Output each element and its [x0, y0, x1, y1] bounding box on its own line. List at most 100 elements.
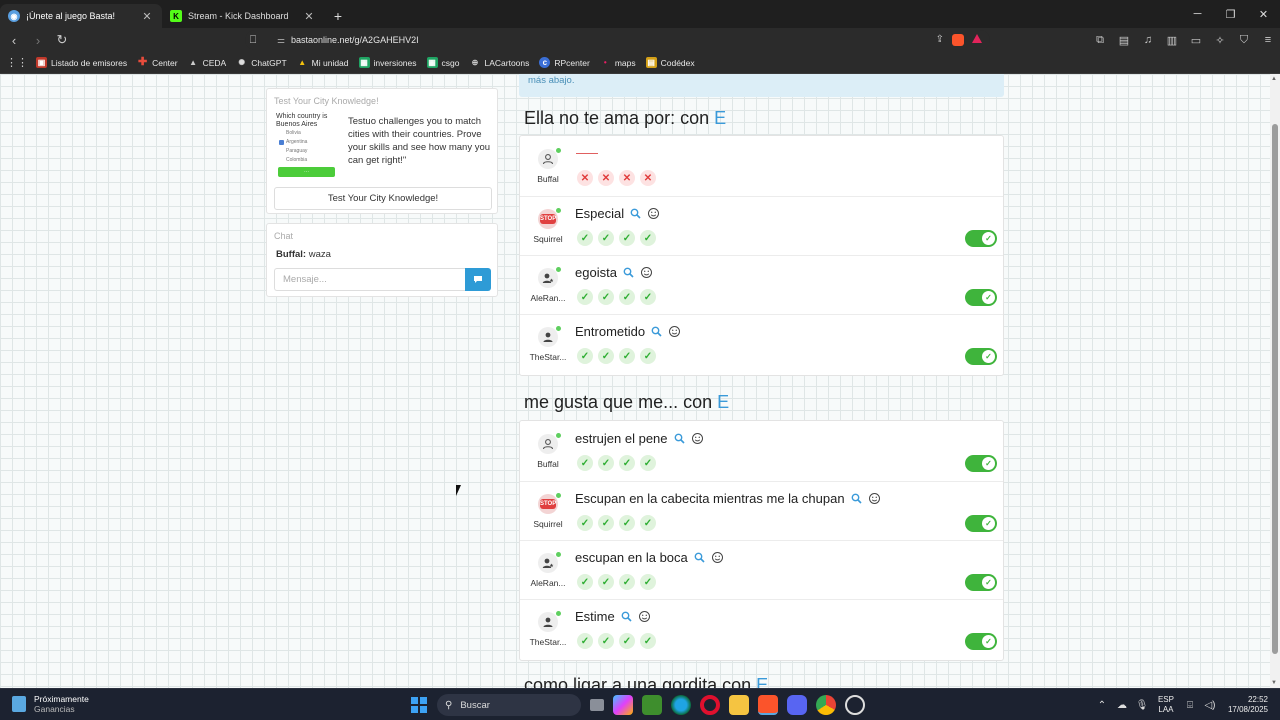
bookmark-item[interactable]: • maps — [600, 57, 636, 68]
approve-toggle[interactable]: ✓ — [965, 230, 997, 247]
emoji-react-icon[interactable] — [647, 207, 660, 220]
network-icon[interactable]: ⌹ — [1180, 700, 1200, 711]
bookmark-item[interactable]: ✺ ChatGPT — [236, 57, 286, 68]
apps-grid-icon[interactable]: ⋮⋮ — [6, 56, 28, 69]
approve-toggle[interactable]: ✓ — [965, 515, 997, 532]
x-mark-icon[interactable]: ✕ — [577, 170, 593, 186]
check-mark-icon[interactable]: ✓ — [640, 289, 656, 305]
x-mark-icon[interactable]: ✕ — [619, 170, 635, 186]
search-icon[interactable] — [630, 208, 641, 219]
bookmark-item[interactable]: ▣ Listado de emisores — [36, 57, 127, 68]
check-mark-icon[interactable]: ✓ — [598, 515, 614, 531]
bookmark-item[interactable]: ✚ Center — [137, 57, 178, 68]
check-mark-icon[interactable]: ✓ — [598, 574, 614, 590]
check-mark-icon[interactable]: ✓ — [577, 348, 593, 364]
check-mark-icon[interactable]: ✓ — [640, 348, 656, 364]
search-icon[interactable] — [851, 493, 862, 504]
check-mark-icon[interactable]: ✓ — [577, 515, 593, 531]
check-mark-icon[interactable]: ✓ — [619, 455, 635, 471]
minecraft-icon[interactable] — [642, 695, 662, 715]
language-indicator[interactable]: ESP LAA — [1158, 695, 1174, 715]
check-mark-icon[interactable]: ✓ — [598, 230, 614, 246]
chat-send-button[interactable] — [465, 268, 491, 291]
page-scrollbar[interactable]: ▲ ▼ — [1270, 74, 1280, 688]
bookmark-item[interactable]: ⊕ LACartoons — [469, 57, 530, 68]
check-mark-icon[interactable]: ✓ — [619, 633, 635, 649]
reload-icon[interactable]: ↻ — [52, 30, 72, 50]
close-tab-icon[interactable]: ✕ — [140, 10, 154, 23]
tab-kick[interactable]: K Stream - Kick Dashboard ✕ — [162, 4, 324, 28]
chrome-icon[interactable] — [816, 695, 836, 715]
reader-icon[interactable]: ▤ — [1112, 34, 1136, 47]
volume-icon[interactable]: ◁) — [1200, 700, 1220, 711]
vpn-icon[interactable]: ⛉ — [1232, 34, 1256, 47]
x-mark-icon[interactable]: ✕ — [640, 170, 656, 186]
bookmark-item[interactable]: ▲ Mi unidad — [297, 57, 348, 68]
bookmark-item[interactable]: c RPcenter — [539, 57, 590, 68]
emoji-react-icon[interactable] — [711, 551, 724, 564]
sidebar-icon[interactable]: ▥ — [1160, 34, 1184, 47]
search-icon[interactable] — [694, 552, 705, 563]
chat-input[interactable]: Mensaje... — [274, 268, 466, 291]
copilot-icon[interactable] — [613, 695, 633, 715]
approve-toggle[interactable]: ✓ — [965, 633, 997, 650]
clock[interactable]: 22:52 17/08/2025 — [1228, 695, 1268, 715]
check-mark-icon[interactable]: ✓ — [577, 230, 593, 246]
brave-rewards-icon[interactable] — [972, 34, 982, 43]
check-mark-icon[interactable]: ✓ — [640, 515, 656, 531]
emoji-react-icon[interactable] — [638, 610, 651, 623]
check-mark-icon[interactable]: ✓ — [619, 348, 635, 364]
approve-toggle[interactable]: ✓ — [965, 348, 997, 365]
tab-basta[interactable]: ◉ ¡Únete al juego Basta! ✕ — [0, 4, 162, 28]
bookmark-item[interactable]: ▲ CEDA — [188, 57, 226, 68]
bookmark-item[interactable]: ▦ csgo — [426, 57, 459, 68]
url-text[interactable]: bastaonline.net/g/A2GAHEHV2I — [291, 35, 936, 45]
search-icon[interactable] — [621, 611, 632, 622]
check-mark-icon[interactable]: ✓ — [619, 230, 635, 246]
check-mark-icon[interactable]: ✓ — [619, 574, 635, 590]
check-mark-icon[interactable]: ✓ — [619, 289, 635, 305]
bookmark-item[interactable]: ▤ Codédex — [645, 57, 695, 68]
close-window-icon[interactable]: ✕ — [1247, 0, 1280, 28]
promo-button[interactable]: Test Your City Knowledge! — [274, 187, 492, 210]
media-icon[interactable]: ♫ — [1136, 34, 1160, 46]
check-mark-icon[interactable]: ✓ — [598, 633, 614, 649]
emoji-react-icon[interactable] — [691, 432, 704, 445]
emoji-react-icon[interactable] — [640, 266, 653, 279]
check-mark-icon[interactable]: ✓ — [619, 515, 635, 531]
approve-toggle[interactable]: ✓ — [965, 455, 997, 472]
search-icon[interactable] — [674, 433, 685, 444]
file-explorer-icon[interactable] — [729, 695, 749, 715]
check-mark-icon[interactable]: ✓ — [640, 574, 656, 590]
check-mark-icon[interactable]: ✓ — [640, 633, 656, 649]
edge-icon[interactable] — [671, 695, 691, 715]
check-mark-icon[interactable]: ✓ — [577, 289, 593, 305]
scroll-down-icon[interactable]: ▼ — [1271, 680, 1277, 686]
bookmark-item[interactable]: ▦ inversiones — [358, 57, 417, 68]
scrollbar-thumb[interactable] — [1272, 124, 1278, 654]
check-mark-icon[interactable]: ✓ — [640, 455, 656, 471]
extensions-icon[interactable]: ⧉ — [1088, 34, 1112, 47]
check-mark-icon[interactable]: ✓ — [598, 289, 614, 305]
approve-toggle[interactable]: ✓ — [965, 289, 997, 306]
discord-icon[interactable] — [787, 695, 807, 715]
back-icon[interactable]: ‹ — [4, 30, 24, 50]
bookmark-icon[interactable]: ⎕ — [245, 34, 261, 47]
new-tab-button[interactable]: + — [324, 4, 352, 28]
search-icon[interactable] — [623, 267, 634, 278]
brave-shields-icon[interactable] — [952, 34, 964, 46]
check-mark-icon[interactable]: ✓ — [598, 348, 614, 364]
share-icon[interactable]: ⇪ — [936, 34, 944, 46]
emoji-react-icon[interactable] — [668, 325, 681, 338]
tray-chevron-icon[interactable]: ⌃ — [1092, 700, 1112, 711]
taskbar-search[interactable]: ⚲ Buscar — [437, 694, 581, 716]
menu-icon[interactable]: ≡ — [1256, 34, 1280, 46]
widgets-button[interactable]: Próximamente Ganancias — [12, 694, 89, 714]
maximize-icon[interactable]: ❐ — [1214, 0, 1247, 28]
scroll-up-icon[interactable]: ▲ — [1271, 76, 1277, 82]
openai-icon[interactable] — [845, 695, 865, 715]
check-mark-icon[interactable]: ✓ — [577, 574, 593, 590]
search-icon[interactable] — [651, 326, 662, 337]
leo-ai-icon[interactable]: ✧ — [1208, 34, 1232, 47]
x-mark-icon[interactable]: ✕ — [598, 170, 614, 186]
